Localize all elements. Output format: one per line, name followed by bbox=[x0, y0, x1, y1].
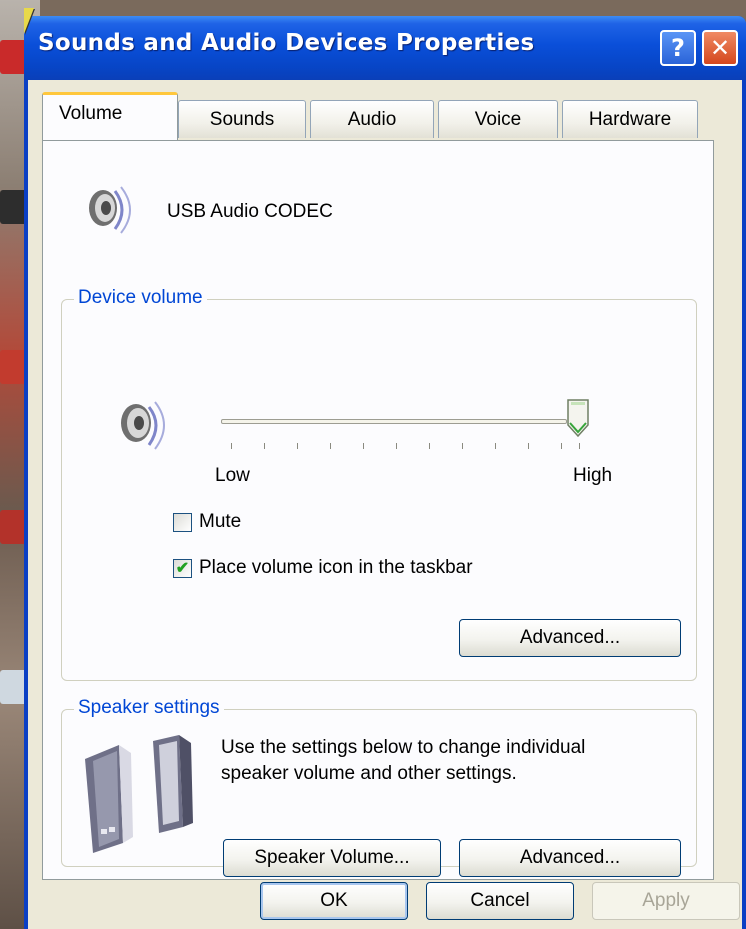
dialog-client-area: Sounds Audio Voice Hardware Volume USB A… bbox=[28, 80, 742, 929]
window-title: Sounds and Audio Devices Properties bbox=[38, 30, 535, 56]
speaker-settings-label: Speaker settings bbox=[74, 697, 224, 719]
mute-label[interactable]: Mute bbox=[199, 511, 241, 533]
device-volume-label: Device volume bbox=[74, 287, 207, 309]
slider-tick bbox=[363, 443, 364, 449]
tab-volume[interactable]: Volume bbox=[42, 92, 178, 140]
speaker-description-line2: speaker volume and other settings. bbox=[221, 763, 517, 784]
speaker-icon bbox=[117, 397, 173, 453]
volume-tab-panel: USB Audio CODEC Device volume Low High M… bbox=[42, 140, 714, 880]
speakers-icon bbox=[79, 731, 205, 855]
slider-tick bbox=[462, 443, 463, 449]
ok-button[interactable]: OK bbox=[260, 882, 408, 920]
slider-tick bbox=[396, 443, 397, 449]
volume-slider-thumb[interactable] bbox=[567, 399, 589, 438]
slider-tick bbox=[231, 443, 232, 449]
tab-voice[interactable]: Voice bbox=[438, 100, 558, 138]
properties-dialog: Sounds and Audio Devices Properties ? ✕ … bbox=[24, 16, 746, 929]
mute-checkbox[interactable] bbox=[173, 513, 192, 532]
tab-audio[interactable]: Audio bbox=[310, 100, 434, 138]
slider-low-label: Low bbox=[215, 465, 250, 486]
speaker-icon bbox=[85, 183, 139, 237]
slider-tick bbox=[297, 443, 298, 449]
slider-tick bbox=[429, 443, 430, 449]
cancel-button[interactable]: Cancel bbox=[426, 882, 574, 920]
slider-tick bbox=[495, 443, 496, 449]
speaker-description-line1: Use the settings below to change individ… bbox=[221, 737, 586, 758]
taskbar-icon-checkbox[interactable]: ✔ bbox=[173, 559, 192, 578]
slider-tick bbox=[579, 443, 580, 449]
speaker-volume-button[interactable]: Speaker Volume... bbox=[223, 839, 441, 877]
title-bar[interactable]: Sounds and Audio Devices Properties ? ✕ bbox=[24, 16, 746, 80]
tab-sounds[interactable]: Sounds bbox=[178, 100, 306, 138]
slider-tick bbox=[330, 443, 331, 449]
tab-hardware[interactable]: Hardware bbox=[562, 100, 698, 138]
checkmark-icon: ✔ bbox=[175, 559, 190, 577]
close-button[interactable]: ✕ bbox=[702, 30, 738, 66]
taskbar-icon-label[interactable]: Place volume icon in the taskbar bbox=[199, 557, 473, 579]
slider-tick bbox=[561, 443, 562, 449]
mouse-cursor-icon bbox=[24, 8, 34, 34]
slider-tick bbox=[528, 443, 529, 449]
device-advanced-button[interactable]: Advanced... bbox=[459, 619, 681, 657]
device-name: USB Audio CODEC bbox=[167, 201, 333, 222]
speaker-advanced-button[interactable]: Advanced... bbox=[459, 839, 681, 877]
volume-slider-track[interactable] bbox=[221, 419, 567, 424]
slider-high-label: High bbox=[573, 465, 613, 486]
help-button[interactable]: ? bbox=[660, 30, 696, 66]
apply-button[interactable]: Apply bbox=[592, 882, 740, 920]
slider-tick bbox=[264, 443, 265, 449]
